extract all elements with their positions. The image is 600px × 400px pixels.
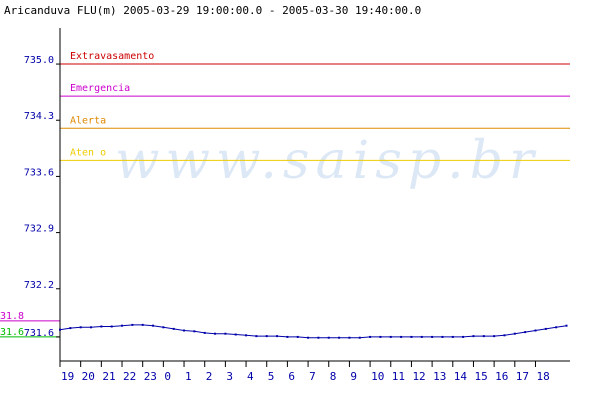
side-marker-label: 31.8 (0, 311, 24, 322)
data-point (214, 332, 217, 335)
x-tick-label: 11 (392, 370, 405, 383)
data-point (503, 334, 506, 337)
data-point (565, 324, 568, 327)
data-point (420, 335, 423, 338)
y-tick-label: 732.2 (24, 280, 54, 291)
series-group (59, 323, 568, 339)
data-point (338, 336, 341, 339)
data-point (389, 335, 392, 338)
x-tick-label: 5 (268, 370, 275, 383)
y-axis: 735.0 734.3 733.6 732.9 732.2 731.6 (24, 28, 61, 361)
data-point (183, 329, 186, 332)
data-point (534, 329, 537, 332)
x-tick-label: 8 (330, 370, 337, 383)
x-tick-label: 3 (226, 370, 233, 383)
x-tick-label: 1 (185, 370, 192, 383)
y-tick-label: 732.9 (24, 224, 54, 235)
data-point (451, 335, 454, 338)
data-point (379, 335, 382, 338)
y-tick-label: 734.3 (24, 111, 54, 122)
data-point (286, 335, 289, 338)
x-tick-label: 15 (474, 370, 487, 383)
data-point (276, 335, 279, 338)
data-point (265, 335, 268, 338)
x-tick-label: 17 (516, 370, 529, 383)
x-axis: 19 20 21 22 23 0 1 2 3 4 5 6 7 8 9 10 11 12 13 14 15 16 17 18 (59, 360, 570, 383)
data-point (59, 328, 61, 331)
y-tick-label: 733.6 (24, 167, 54, 178)
data-point (90, 326, 93, 329)
data-point (524, 331, 527, 334)
data-point (172, 327, 175, 330)
x-tick-label: 14 (454, 370, 468, 383)
data-point (317, 336, 320, 339)
data-point (369, 335, 372, 338)
data-point (162, 326, 165, 329)
x-tick-label: 0 (164, 370, 171, 383)
data-point (152, 324, 155, 327)
watermark: www.saisp.br (115, 131, 540, 191)
x-tick-label: 19 (61, 370, 74, 383)
x-tick-label: 4 (247, 370, 254, 383)
data-point (410, 335, 413, 338)
x-tick-label: 12 (412, 370, 425, 383)
data-point (79, 326, 82, 329)
x-tick-label: 10 (371, 370, 384, 383)
x-tick-label: 21 (102, 370, 115, 383)
y-tick-label: 731.6 (24, 328, 54, 339)
data-point (431, 335, 434, 338)
data-point (462, 335, 465, 338)
x-tick-label: 22 (123, 370, 136, 383)
data-point (307, 336, 310, 339)
data-point (400, 335, 403, 338)
x-tick-label: 9 (350, 370, 357, 383)
chart-title: Aricanduva FLU(m) 2005-03-29 19:00:00.0 … (4, 4, 421, 17)
data-point (121, 324, 124, 327)
data-point (327, 336, 330, 339)
x-tick-label: 2 (206, 370, 213, 383)
data-point (255, 335, 258, 338)
threshold-label: Extravasamento (70, 51, 154, 62)
x-tick-label: 16 (495, 370, 508, 383)
data-point (224, 332, 227, 335)
x-tick-label: 13 (433, 370, 446, 383)
threshold-label: Aten o (70, 147, 106, 158)
data-point (234, 333, 237, 336)
threshold-label: Alerta (70, 115, 106, 126)
data-point (69, 327, 72, 330)
data-point (141, 323, 144, 326)
data-point (544, 327, 547, 330)
x-tick-label: 20 (82, 370, 95, 383)
data-point (482, 335, 485, 338)
data-point (472, 335, 475, 338)
x-tick-label: 18 (536, 370, 549, 383)
data-point (296, 335, 299, 338)
data-point (110, 325, 113, 328)
series-line (59, 324, 567, 339)
data-point (131, 323, 134, 326)
data-point (358, 336, 361, 339)
data-point (441, 335, 444, 338)
x-tick-label: 23 (144, 370, 157, 383)
y-tick-label: 735.0 (24, 55, 54, 66)
data-point (100, 325, 103, 328)
data-point (193, 330, 196, 333)
data-point (493, 335, 496, 338)
threshold-label: Emergencia (70, 83, 130, 94)
x-tick-label: 7 (309, 370, 316, 383)
data-point (555, 326, 558, 329)
data-point (513, 332, 516, 335)
data-point (245, 334, 248, 337)
side-marker-label: 31.6 (0, 327, 24, 338)
river-level-chart: Aricanduva FLU(m) 2005-03-29 19:00:00.0 … (0, 4, 570, 383)
data-point (203, 331, 206, 334)
data-point (348, 336, 351, 339)
x-tick-label: 6 (288, 370, 295, 383)
